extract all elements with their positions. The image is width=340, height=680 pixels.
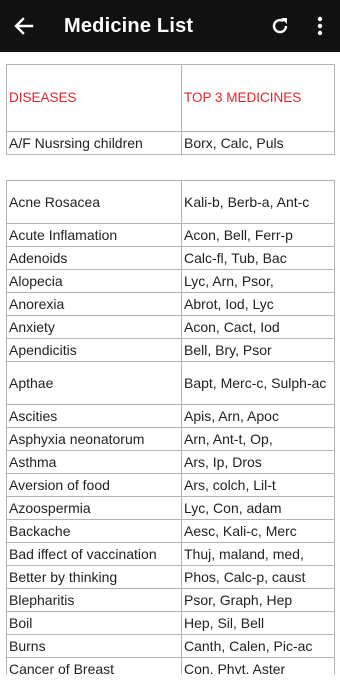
table-row[interactable]: Anxiety Acon, Cact, Iod <box>6 315 335 339</box>
disease-cell: Bad iffect of vaccination <box>6 542 182 566</box>
medicines-cell: Ars, Ip, Dros <box>181 450 335 474</box>
disease-cell: Azoospermia <box>6 496 182 520</box>
medicines-cell: Borx, Calc, Puls <box>181 131 335 155</box>
medicines-cell: Bapt, Merc-c, Sulph-ac <box>181 361 335 405</box>
table-row[interactable]: Acute Inflamation Acon, Bell, Ferr-p <box>6 223 335 247</box>
medicines-cell: Hep, Sil, Bell <box>181 611 335 635</box>
app-bar: Medicine List <box>0 0 340 52</box>
disease-cell: Apthae <box>6 361 182 405</box>
medicines-cell: Psor, Graph, Hep <box>181 588 335 612</box>
medicines-cell: Phos, Calc-p, caust <box>181 565 335 589</box>
disease-cell: Blepharitis <box>6 588 182 612</box>
table-row[interactable]: Ascities Apis, Arn, Apoc <box>6 404 335 428</box>
disease-cell: Aversion of food <box>6 473 182 497</box>
medicines-cell: Kali-b, Berb-a, Ant-c <box>181 180 335 224</box>
table-row[interactable]: Aversion of food Ars, colch, Lil-t <box>6 473 335 497</box>
medicines-cell: Acon, Bell, Ferr-p <box>181 223 335 247</box>
back-button[interactable] <box>0 0 48 52</box>
medicine-table: Acne Rosacea Kali-b, Berb-a, Ant-c Acute I… <box>6 180 335 680</box>
header-diseases: DISEASES <box>6 64 182 132</box>
table-row[interactable]: Boil Hep, Sil, Bell <box>6 611 335 635</box>
disease-cell: Apendicitis <box>6 338 182 362</box>
disease-cell: A/F Nusrsing children <box>6 131 182 155</box>
medicines-cell: Aesc, Kali-c, Merc <box>181 519 335 543</box>
disease-cell: Anorexia <box>6 292 182 316</box>
arrow-back-icon <box>14 17 34 35</box>
disease-cell: Asthma <box>6 450 182 474</box>
medicines-cell: Arn, Ant-t, Op, <box>181 427 335 451</box>
refresh-button[interactable] <box>260 0 300 52</box>
disease-cell: Backache <box>6 519 182 543</box>
table-row[interactable]: Apendicitis Bell, Bry, Psor <box>6 338 335 362</box>
medicines-cell: Ars, colch, Lil-t <box>181 473 335 497</box>
table-row[interactable]: Alopecia Lyc, Arn, Psor, <box>6 269 335 293</box>
table-row[interactable]: Bad iffect of vaccination Thuj, maland, m… <box>6 542 335 566</box>
disease-cell: Better by thinking <box>6 565 182 589</box>
medicines-cell: Thuj, maland, med, <box>181 542 335 566</box>
medicines-cell: Calc-fl, Tub, Bac <box>181 246 335 270</box>
bottom-edge <box>0 674 340 680</box>
table-row[interactable]: Anorexia Abrot, Iod, Lyc <box>6 292 335 316</box>
table-row[interactable]: Asthma Ars, Ip, Dros <box>6 450 335 474</box>
table-row[interactable]: Adenoids Calc-fl, Tub, Bac <box>6 246 335 270</box>
table-row[interactable]: Blepharitis Psor, Graph, Hep <box>6 588 335 612</box>
table-row[interactable]: Better by thinking Phos, Calc-p, caust <box>6 565 335 589</box>
disease-cell: Burns <box>6 634 182 658</box>
refresh-icon <box>272 18 288 34</box>
disease-cell: Asphyxia neonatorum <box>6 427 182 451</box>
table-row[interactable]: Backache Aesc, Kali-c, Merc <box>6 519 335 543</box>
header-table: DISEASES TOP 3 MEDICINES A/F Nusrsing ch… <box>6 64 335 155</box>
disease-cell: Ascities <box>6 404 182 428</box>
table-row[interactable]: Asphyxia neonatorum Arn, Ant-t, Op, <box>6 427 335 451</box>
medicines-cell: Lyc, Con, adam <box>181 496 335 520</box>
medicine-list-scroll[interactable]: DISEASES TOP 3 MEDICINES A/F Nusrsing ch… <box>0 52 340 680</box>
page-title: Medicine List <box>64 14 194 37</box>
medicines-cell: Acon, Cact, Iod <box>181 315 335 339</box>
disease-cell: Boil <box>6 611 182 635</box>
medicines-cell: Apis, Arn, Apoc <box>181 404 335 428</box>
table-row[interactable]: Apthae Bapt, Merc-c, Sulph-ac <box>6 361 335 405</box>
more-vert-icon <box>317 16 323 36</box>
medicines-cell: Bell, Bry, Psor <box>181 338 335 362</box>
medicines-cell: Lyc, Arn, Psor, <box>181 269 335 293</box>
table-row[interactable]: Burns Canth, Calen, Pic-ac <box>6 634 335 658</box>
header-top-medicines: TOP 3 MEDICINES <box>181 64 335 132</box>
disease-cell: Alopecia <box>6 269 182 293</box>
disease-cell: Adenoids <box>6 246 182 270</box>
medicines-cell: Abrot, Iod, Lyc <box>181 292 335 316</box>
disease-cell: Anxiety <box>6 315 182 339</box>
disease-cell: Acute Inflamation <box>6 223 182 247</box>
table-row[interactable]: Acne Rosacea Kali-b, Berb-a, Ant-c <box>6 180 335 224</box>
overflow-menu-button[interactable] <box>300 0 340 52</box>
medicines-cell: Canth, Calen, Pic-ac <box>181 634 335 658</box>
disease-cell: Acne Rosacea <box>6 180 182 224</box>
table-row[interactable]: Azoospermia Lyc, Con, adam <box>6 496 335 520</box>
